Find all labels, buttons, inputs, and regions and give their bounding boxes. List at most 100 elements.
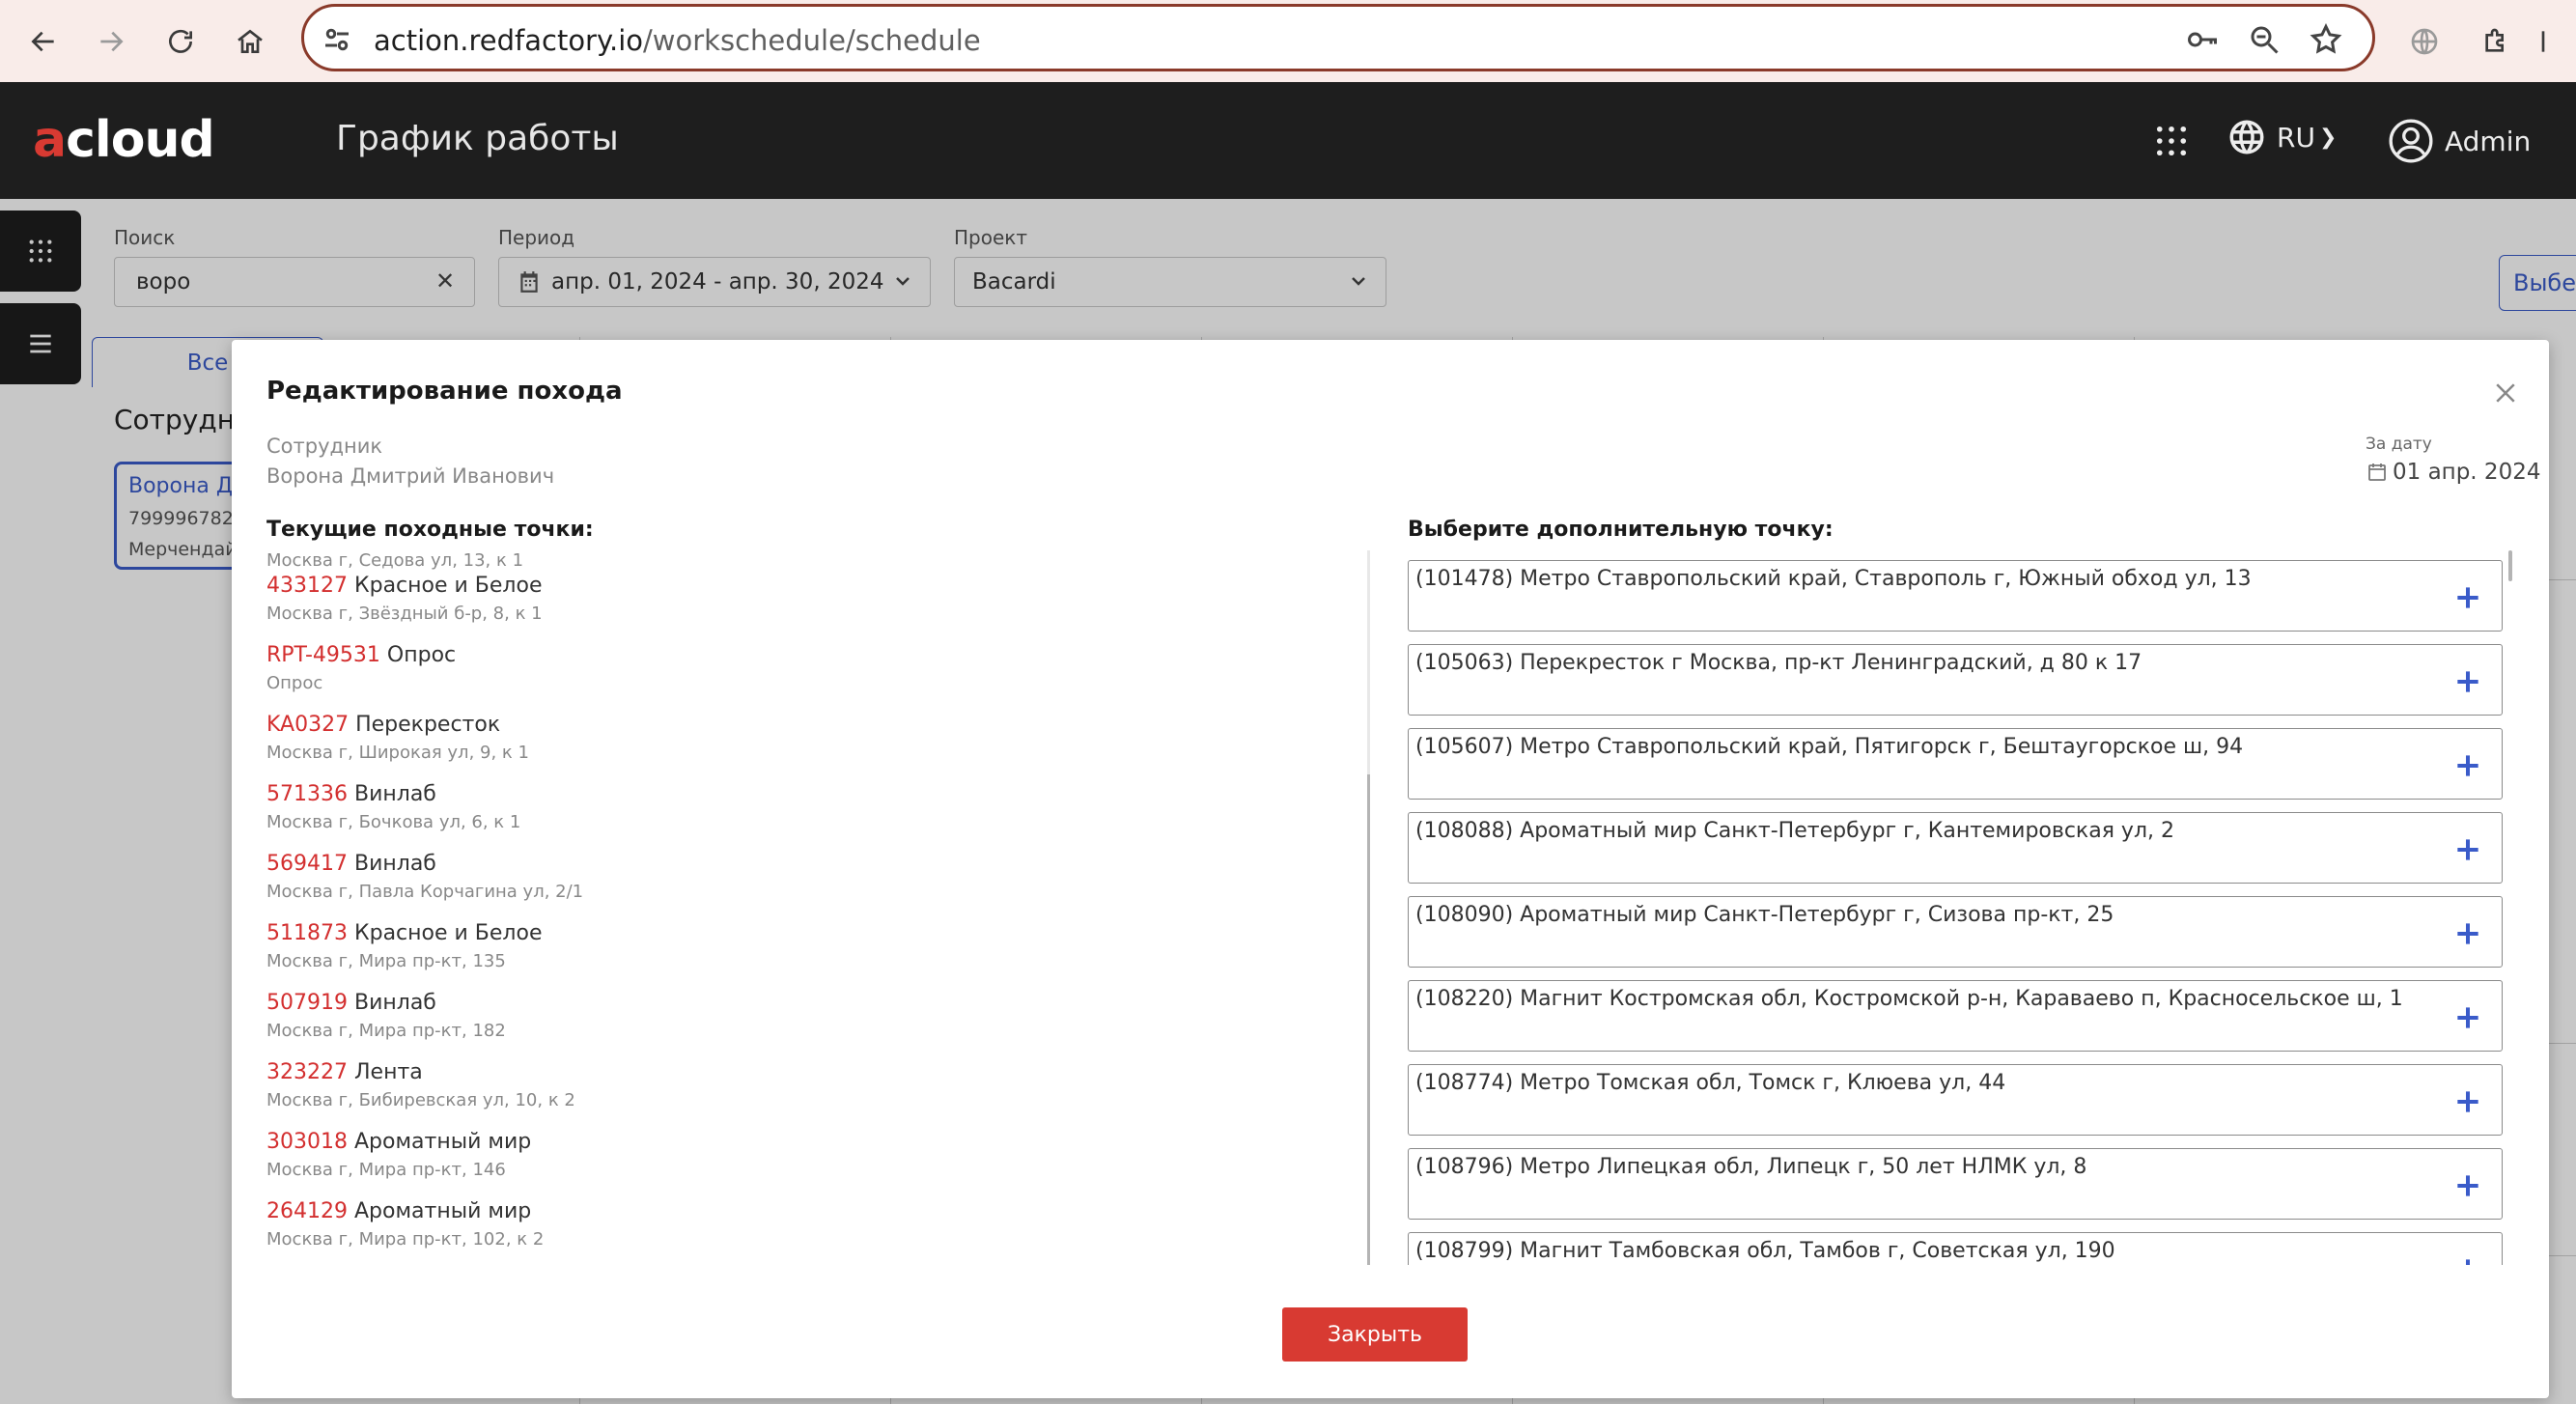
add-point-plus-icon[interactable] xyxy=(2452,918,2483,949)
globe-icon xyxy=(2229,120,2264,154)
current-point-title: 511873 Красное и Белое xyxy=(266,921,543,945)
acloud-logo[interactable]: a cloud xyxy=(33,111,215,169)
current-point-title: 264129 Ароматный мир xyxy=(266,1199,544,1223)
current-point-item: 303018 Ароматный мир Москва г, Мира пр-кт… xyxy=(266,1130,531,1180)
additional-point-card: (101478) Метро Ставропольский край, Став… xyxy=(1408,560,2503,632)
current-point-item: 511873 Красное и Белое Москва г, Мира пр-… xyxy=(266,921,543,971)
language-selector[interactable]: RU ❯ xyxy=(2226,117,2337,157)
user-menu[interactable]: Admin xyxy=(2387,117,2531,165)
extensions-icon[interactable] xyxy=(2472,17,2520,66)
add-point-plus-icon[interactable] xyxy=(2452,1002,2483,1033)
additional-points-list[interactable]: (101478) Метро Ставропольский край, Став… xyxy=(1408,560,2506,1265)
current-point-address: Москва г, Мира пр-кт, 135 xyxy=(266,951,506,971)
current-point-title: 323227 Лента xyxy=(266,1060,575,1084)
current-point-code: 569417 xyxy=(266,852,348,876)
add-point-plus-icon[interactable] xyxy=(2452,666,2483,697)
current-point-title: 569417 Винлаб xyxy=(266,852,583,876)
current-point-title: 433127 Красное и Белое xyxy=(266,574,543,598)
language-label: RU xyxy=(2277,121,2315,154)
additional-point-label: (105607) Метро Ставропольский край, Пяти… xyxy=(1415,735,2244,759)
address-bar[interactable]: action.redfactory.io/workschedule/schedu… xyxy=(301,4,2375,71)
additional-point-card: (108774) Метро Томская обл, Томск г, Клю… xyxy=(1408,1064,2503,1136)
current-point-item: 433127 Красное и Белое Москва г, Звёздный… xyxy=(266,574,543,624)
add-point-plus-icon[interactable] xyxy=(2452,1254,2483,1265)
zoom-icon[interactable] xyxy=(2247,22,2282,57)
add-point-plus-icon[interactable] xyxy=(2452,1170,2483,1201)
current-points-list[interactable]: Москва г, Седова ул, 13, к 1 433127 Крас… xyxy=(266,550,1386,1265)
employee-value: Ворона Дмитрий Иванович xyxy=(266,464,555,488)
additional-point-label: (108220) Магнит Костромская обл, Костром… xyxy=(1415,987,2403,1011)
current-point-name: Красное и Белое xyxy=(353,921,543,945)
additional-point-card: (108090) Ароматный мир Санкт-Петербург г… xyxy=(1408,896,2503,968)
add-point-plus-icon[interactable] xyxy=(2452,834,2483,865)
current-point-address: Москва г, Широкая ул, 9, к 1 xyxy=(266,743,529,763)
edit-route-dialog: Редактирование похода Сотрудник Ворона Д… xyxy=(232,340,2549,1398)
current-point-name: Красное и Белое xyxy=(353,574,543,598)
page-title: График работы xyxy=(336,119,619,158)
current-point-code: 303018 xyxy=(266,1130,348,1154)
bookmark-star-icon[interactable] xyxy=(2309,22,2343,57)
current-point-item: 323227 Лента Москва г, Бибиревская ул, 10… xyxy=(266,1060,575,1110)
apps-grid-icon[interactable] xyxy=(2151,121,2192,161)
reload-icon[interactable] xyxy=(156,17,205,66)
current-point-code: KA0327 xyxy=(266,713,350,737)
current-point-item: 507919 Винлаб Москва г, Мира пр-кт, 182 xyxy=(266,991,506,1041)
current-point-name: Ароматный мир xyxy=(353,1130,532,1154)
additional-point-label: (105063) Перекресток г Москва, пр-кт Лен… xyxy=(1415,651,2142,675)
close-icon[interactable] xyxy=(2491,379,2520,407)
date-value: 01 апр. 2024 xyxy=(2393,460,2541,485)
add-point-plus-icon[interactable] xyxy=(2452,582,2483,613)
additional-point-label: (108088) Ароматный мир Санкт-Петербург г… xyxy=(1415,819,2174,843)
current-point-code: 433127 xyxy=(266,574,348,598)
additional-point-label: (101478) Метро Ставропольский край, Став… xyxy=(1415,567,2252,591)
browser-toolbar: action.redfactory.io/workschedule/schedu… xyxy=(0,0,2576,82)
app-header: a cloud График работы RU ❯ Admin xyxy=(0,82,2576,199)
date-label: За дату xyxy=(2366,435,2432,454)
current-point-name: Винлаб xyxy=(353,852,436,876)
current-point-address: Москва г, Бибиревская ул, 10, к 2 xyxy=(266,1090,575,1110)
home-icon[interactable] xyxy=(226,17,274,66)
calendar-icon xyxy=(2368,463,2386,481)
current-point-code: 571336 xyxy=(266,782,348,806)
current-point-address: Москва г, Седова ул, 13, к 1 xyxy=(266,550,524,571)
date-value-field: 01 апр. 2024 xyxy=(2366,460,2540,485)
additional-points-title: Выберите дополнительную точку: xyxy=(1408,518,1834,542)
additional-point-card: (105607) Метро Ставропольский край, Пяти… xyxy=(1408,728,2503,800)
user-avatar-icon xyxy=(2389,119,2433,163)
translate-icon[interactable] xyxy=(2400,17,2449,66)
current-point-title: 571336 Винлаб xyxy=(266,782,520,806)
back-icon[interactable] xyxy=(19,17,68,66)
scrollbar-thumb[interactable] xyxy=(2508,550,2512,581)
tab-strip-icon[interactable] xyxy=(2532,17,2570,66)
current-point-address: Москва г, Бочкова ул, 6, к 1 xyxy=(266,812,521,832)
additional-point-card: (108799) Магнит Тамбовская обл, Тамбов г… xyxy=(1408,1232,2503,1265)
scrollbar-thumb[interactable] xyxy=(1367,774,1370,1265)
current-point-name: Ароматный мир xyxy=(353,1199,532,1223)
current-point-item: 569417 Винлаб Москва г, Павла Корчагина у… xyxy=(266,852,583,902)
current-point-address: Москва г, Звёздный б-р, 8, к 1 xyxy=(266,604,543,624)
additional-point-label: (108799) Магнит Тамбовская обл, Тамбов г… xyxy=(1415,1239,2115,1263)
current-point-item: RPT-49531 Опрос Опрос xyxy=(266,643,456,693)
url-text: action.redfactory.io/workschedule/schedu… xyxy=(374,24,981,57)
current-point-address: Москва г, Мира пр-кт, 102, к 2 xyxy=(266,1229,545,1250)
close-button[interactable]: Закрыть xyxy=(1282,1307,1468,1362)
current-point-name: Лента xyxy=(353,1060,423,1084)
key-icon[interactable] xyxy=(2185,22,2220,57)
current-point-name: Перекресток xyxy=(355,713,501,737)
current-point-code: RPT-49531 xyxy=(266,643,380,667)
current-points-title: Текущие походные точки: xyxy=(266,518,594,542)
site-settings-icon[interactable] xyxy=(320,22,354,57)
current-point-title: RPT-49531 Опрос xyxy=(266,643,456,667)
add-point-plus-icon[interactable] xyxy=(2452,1086,2483,1117)
current-point-name: Винлаб xyxy=(353,991,436,1015)
additional-point-card: (108220) Магнит Костромская обл, Костром… xyxy=(1408,980,2503,1052)
forward-icon[interactable] xyxy=(87,17,135,66)
current-point-item: 264129 Ароматный мир Москва г, Мира пр-кт… xyxy=(266,1199,544,1250)
add-point-plus-icon[interactable] xyxy=(2452,750,2483,781)
current-point-name: Винлаб xyxy=(353,782,436,806)
current-point-code: 323227 xyxy=(266,1060,348,1084)
additional-point-label: (108090) Ароматный мир Санкт-Петербург г… xyxy=(1415,903,2114,927)
employee-label: Сотрудник xyxy=(266,435,383,458)
additional-point-label: (108774) Метро Томская обл, Томск г, Клю… xyxy=(1415,1071,2006,1095)
current-point-code: 264129 xyxy=(266,1199,348,1223)
